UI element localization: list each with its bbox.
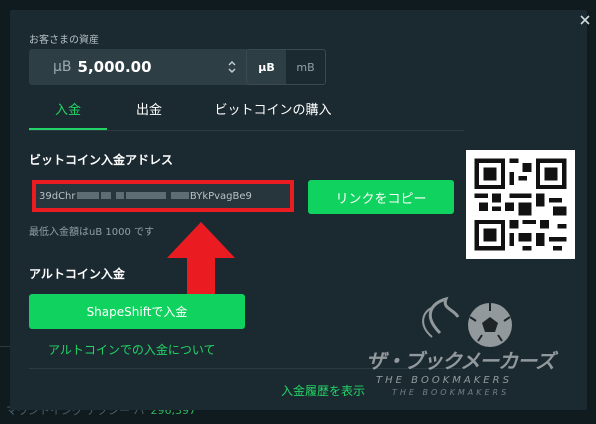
- deposit-history-link[interactable]: 入金履歴を表示: [281, 382, 365, 399]
- watermark-subtitle-2: THE BOOKMAKERS: [392, 388, 510, 397]
- watermark-title: ザ・ブックメーカーズ: [366, 349, 555, 373]
- deposit-address-title: ビットコイン入金アドレス: [29, 153, 174, 167]
- unit-option-mb[interactable]: mB: [286, 50, 325, 84]
- bitcoin-address-field[interactable]: 39dChr BYkPvagBe9: [32, 180, 294, 212]
- shapeshift-deposit-button[interactable]: ShapeShiftで入金: [29, 294, 245, 329]
- tab-bar: 入金 出金 ビットコインの購入: [29, 96, 359, 130]
- backdrop-divider: [0, 346, 10, 347]
- address-text: 39dChr BYkPvagBe9: [39, 191, 252, 202]
- minimum-deposit-note: 最低入金額はuB 1000 です: [29, 227, 155, 238]
- arrow-up-icon: [167, 222, 235, 294]
- unit-option-ub[interactable]: µB: [247, 50, 286, 84]
- watermark-logo: ザ・ブックメーカーズ THE BOOKMAKERS THE BOOKMAKERS: [362, 295, 592, 415]
- altcoin-title: アルトコイン入金: [29, 267, 125, 281]
- unit-toggle: µB mB: [246, 49, 326, 85]
- tab-withdraw[interactable]: 出金: [123, 96, 175, 130]
- address-start: 39dChr: [39, 190, 76, 202]
- balance-label: お客さまの資産: [29, 35, 99, 46]
- address-mask: [115, 192, 124, 199]
- close-icon[interactable]: [579, 14, 593, 28]
- chevron-up-down-icon[interactable]: [227, 58, 237, 76]
- altcoin-info-link[interactable]: アルトコインでの入金について: [48, 341, 216, 358]
- address-mask: [170, 192, 189, 199]
- address-mask: [76, 192, 99, 199]
- qr-code-icon: [466, 150, 575, 259]
- tab-buy-bitcoin[interactable]: ビットコインの購入: [193, 96, 353, 130]
- tab-divider: [29, 130, 464, 131]
- tab-deposit[interactable]: 入金: [29, 96, 107, 130]
- watermark-subtitle: THE BOOKMAKERS: [376, 375, 512, 386]
- address-end: BYkPvagBe9: [189, 190, 252, 202]
- balance-select[interactable]: µB 5,000.00: [29, 49, 249, 85]
- address-mask: [100, 192, 111, 199]
- balance-unit: µB: [53, 59, 72, 75]
- balance-amount: 5,000.00: [77, 58, 152, 76]
- copy-link-button[interactable]: リンクをコピー: [308, 180, 454, 214]
- address-mask: [125, 192, 166, 199]
